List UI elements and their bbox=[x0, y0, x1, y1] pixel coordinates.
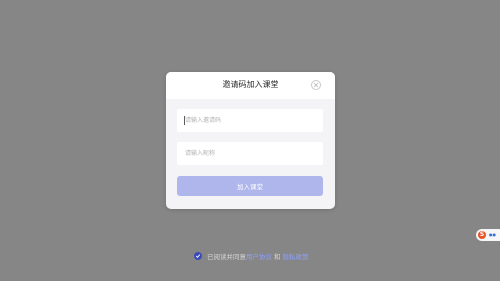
dialog-header: 邀请码加入课堂 bbox=[166, 72, 335, 99]
checkmark-icon bbox=[195, 254, 201, 258]
join-class-dialog: 邀请码加入课堂 加入课堂 bbox=[166, 72, 335, 209]
agreement-row: 已阅读并同意 用户协议 和 隐私政策 bbox=[194, 250, 309, 262]
close-icon bbox=[313, 82, 319, 88]
invite-code-input[interactable] bbox=[177, 109, 323, 132]
privacy-policy-link[interactable]: 隐私政策 bbox=[283, 251, 309, 261]
join-class-button[interactable]: 加入课堂 bbox=[177, 176, 323, 196]
input-method-status-icon: ●● bbox=[489, 232, 496, 237]
dialog-title: 邀请码加入课堂 bbox=[222, 80, 279, 89]
agreement-text: 已阅读并同意 bbox=[207, 253, 246, 261]
user-agreement-link[interactable]: 用户协议 bbox=[246, 251, 272, 261]
close-button[interactable] bbox=[311, 80, 321, 90]
agreement-and-text: 和 bbox=[274, 253, 281, 261]
agreement-checkbox[interactable] bbox=[194, 252, 202, 260]
input-method-widget[interactable]: S ●● bbox=[476, 229, 500, 241]
text-cursor bbox=[184, 116, 185, 125]
nickname-input[interactable] bbox=[177, 142, 323, 165]
input-method-logo-icon: S bbox=[478, 231, 486, 239]
